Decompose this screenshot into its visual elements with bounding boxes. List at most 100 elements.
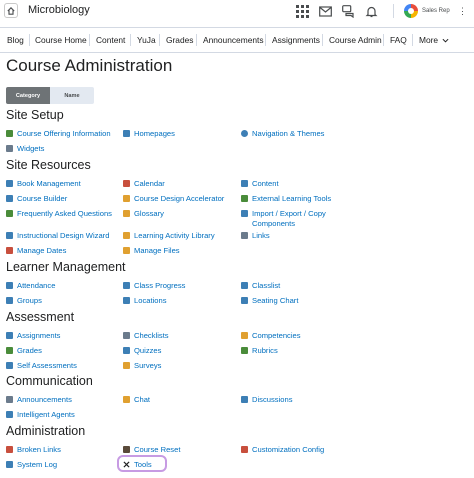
profile-menu[interactable]: Sales Rep <box>404 4 450 18</box>
tool-import-export-copy[interactable]: Import / Export / Copy Components <box>241 209 342 229</box>
tool-class-progress[interactable]: Class Progress <box>123 281 185 291</box>
widget-icon <box>6 145 13 152</box>
tool-groups[interactable]: Groups <box>6 296 42 306</box>
calendar-icon <box>123 180 130 187</box>
divider <box>393 4 394 18</box>
location-icon <box>123 297 130 304</box>
update-alerts-button[interactable] <box>365 5 378 18</box>
tool-customization-config[interactable]: Customization Config <box>241 445 324 455</box>
nav-separator <box>412 34 413 46</box>
rubrics-icon <box>241 347 248 354</box>
page-title: Course Administration <box>6 56 173 75</box>
subscription-alerts-button[interactable] <box>342 5 355 18</box>
nav-more[interactable]: More <box>419 35 449 45</box>
tool-course-builder[interactable]: Course Builder <box>6 194 67 204</box>
nav-separator <box>322 34 323 46</box>
tool-course-design-accelerator[interactable]: Course Design Accelerator <box>123 194 224 204</box>
nav-grades[interactable]: Grades <box>166 35 193 45</box>
nav-announcements[interactable]: Announcements <box>203 35 264 45</box>
attendance-icon <box>6 282 13 289</box>
avatar <box>404 4 418 18</box>
section-title: Site Resources <box>6 158 91 172</box>
faq-icon <box>6 210 13 217</box>
nav-yuja[interactable]: YuJa <box>137 35 156 45</box>
tool-broken-links[interactable]: Broken Links <box>6 445 61 455</box>
tool-discussions[interactable]: Discussions <box>241 395 293 405</box>
tool-chat[interactable]: Chat <box>123 395 150 405</box>
nav-separator <box>89 34 90 46</box>
compass-icon <box>241 130 248 137</box>
nav-separator <box>130 34 131 46</box>
survey-icon <box>123 362 130 369</box>
course-selector-button[interactable] <box>296 5 309 18</box>
log-icon <box>6 461 13 468</box>
tool-external-learning-tools[interactable]: External Learning Tools <box>241 194 331 204</box>
tool-links[interactable]: Links <box>241 231 270 241</box>
content-icon <box>241 180 248 187</box>
nav-faq[interactable]: FAQ <box>390 35 407 45</box>
tool-assignments[interactable]: Assignments <box>6 331 60 341</box>
home-icon <box>7 6 15 15</box>
tool-attendance[interactable]: Attendance <box>6 281 55 291</box>
agent-icon <box>6 411 13 418</box>
checklist-icon <box>123 332 130 339</box>
section-title: Site Setup <box>6 108 64 122</box>
view-toggle: Category Name <box>6 87 94 104</box>
discussion-icon <box>241 396 248 403</box>
quiz-icon <box>123 347 130 354</box>
more-options-icon[interactable]: ⋮ <box>458 6 467 17</box>
tool-grades[interactable]: Grades <box>6 346 42 356</box>
tool-competencies[interactable]: Competencies <box>241 331 301 341</box>
tool-navigation-themes[interactable]: Navigation & Themes <box>241 129 324 139</box>
glossary-icon <box>123 210 130 217</box>
tool-locations[interactable]: Locations <box>123 296 167 306</box>
tool-glossary[interactable]: Glossary <box>123 209 164 219</box>
tool-homepages[interactable]: Homepages <box>123 129 175 139</box>
tool-system-log[interactable]: System Log <box>6 460 57 470</box>
tool-instructional-design-wizard[interactable]: Instructional Design Wizard <box>6 231 109 241</box>
tool-manage-dates[interactable]: Manage Dates <box>6 246 66 256</box>
tool-quizzes[interactable]: Quizzes <box>123 346 161 356</box>
tool-widgets[interactable]: Widgets <box>6 144 44 154</box>
nav-separator <box>383 34 384 46</box>
customization-icon <box>241 446 248 453</box>
bell-icon <box>365 6 378 18</box>
reset-icon <box>123 446 130 453</box>
tool-course-offering-information[interactable]: Course Offering Information <box>6 129 111 139</box>
self-assessment-icon <box>6 362 13 369</box>
tool-surveys[interactable]: Surveys <box>123 361 161 371</box>
tool-checklists[interactable]: Checklists <box>123 331 169 341</box>
nav-content[interactable]: Content <box>96 35 125 45</box>
tool-seating-chart[interactable]: Seating Chart <box>241 296 298 306</box>
tool-content[interactable]: Content <box>241 179 279 189</box>
section-title: Communication <box>6 374 93 388</box>
announcement-icon <box>6 396 13 403</box>
tool-faq[interactable]: Frequently Asked Questions <box>6 209 112 219</box>
accelerator-icon <box>123 195 130 202</box>
tool-self-assessments[interactable]: Self Assessments <box>6 361 77 371</box>
toggle-name[interactable]: Name <box>50 87 94 104</box>
tool-announcements[interactable]: Announcements <box>6 395 72 405</box>
tool-manage-files[interactable]: Manage Files <box>123 246 180 256</box>
tool-calendar[interactable]: Calendar <box>123 179 165 189</box>
nav-course-home[interactable]: Course Home <box>35 35 87 45</box>
home-button[interactable] <box>4 3 18 18</box>
toggle-category[interactable]: Category <box>6 87 50 104</box>
chat-bubbles-icon <box>342 5 354 18</box>
tool-book-management[interactable]: Book Management <box>6 179 81 189</box>
tool-learning-activity-library[interactable]: Learning Activity Library <box>123 231 215 241</box>
tool-rubrics[interactable]: Rubrics <box>241 346 278 356</box>
nav-course-admin[interactable]: Course Admin <box>329 35 382 45</box>
tool-intelligent-agents[interactable]: Intelligent Agents <box>6 410 75 420</box>
tool-classlist[interactable]: Classlist <box>241 281 280 291</box>
nav-assignments[interactable]: Assignments <box>272 35 320 45</box>
message-alerts-button[interactable] <box>319 5 332 18</box>
tool-course-reset[interactable]: Course Reset <box>123 445 180 455</box>
mail-icon <box>319 6 332 17</box>
broken-link-icon <box>6 446 13 453</box>
nav-blog[interactable]: Blog <box>7 35 24 45</box>
dates-icon <box>6 247 13 254</box>
course-navbar: Blog Course Home Content YuJa Grades Ann… <box>0 28 474 52</box>
course-name[interactable]: Microbiology <box>28 4 90 16</box>
user-name: Sales Rep <box>422 8 450 14</box>
